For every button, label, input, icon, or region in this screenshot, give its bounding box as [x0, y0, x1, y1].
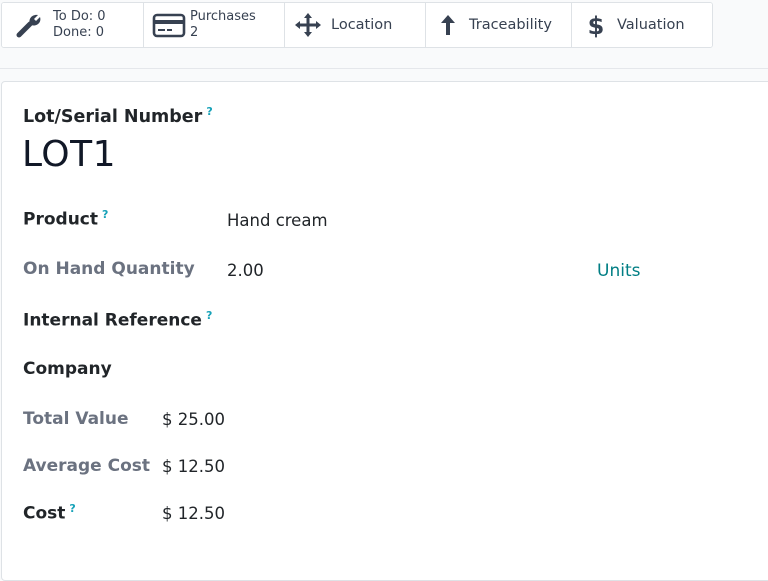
on-hand-quantity-label: On Hand Quantity	[23, 259, 195, 279]
help-tooltip-icon[interactable]: ?	[69, 502, 75, 515]
arrows-move-icon	[293, 11, 323, 39]
help-tooltip-icon[interactable]: ?	[102, 208, 108, 221]
arrow-up-icon	[439, 13, 457, 37]
average-cost-value: $ 12.50	[162, 457, 225, 476]
uom-link[interactable]: Units	[597, 261, 640, 281]
traceability-smart-button[interactable]: Traceability	[426, 3, 572, 47]
total-value-label: Total Value	[23, 409, 129, 429]
company-label: Company	[23, 359, 112, 379]
product-field[interactable]: Hand cream	[227, 211, 328, 230]
done-count-label: Done: 0	[53, 25, 104, 40]
traceability-label: Traceability	[469, 17, 552, 33]
company-field[interactable]	[227, 361, 527, 383]
on-hand-quantity-value: 2.00	[227, 261, 264, 280]
purchases-count: 2	[190, 25, 199, 40]
purchases-smart-button[interactable]: Purchases 2	[144, 3, 285, 47]
location-smart-button[interactable]: Location	[285, 3, 426, 47]
internal-reference-field[interactable]	[227, 311, 527, 333]
cost-label: Cost?	[23, 502, 76, 524]
help-tooltip-icon[interactable]: ?	[206, 105, 212, 118]
lot-serial-label: Lot/Serial Number?	[23, 105, 213, 127]
valuation-smart-button[interactable]: $ Valuation	[572, 3, 712, 47]
lot-name-field[interactable]: LOT1	[22, 134, 116, 175]
cost-value: $ 12.50	[162, 504, 225, 523]
credit-card-icon	[152, 12, 186, 38]
help-tooltip-icon[interactable]: ?	[206, 309, 212, 322]
product-label: Product?	[23, 208, 109, 230]
dollar-icon: $	[587, 11, 605, 39]
smart-button-bar: To Do: 0 Done: 0 Purchases 2 Location Tr…	[1, 2, 713, 48]
wrench-icon	[16, 11, 46, 39]
location-label: Location	[331, 17, 393, 33]
average-cost-label: Average Cost	[23, 456, 151, 476]
valuation-label: Valuation	[617, 17, 685, 33]
svg-text:$: $	[588, 12, 605, 39]
todo-count-label: To Do: 0	[53, 9, 106, 24]
header-divider	[0, 68, 768, 69]
total-value-value: $ 25.00	[162, 410, 225, 429]
todo-smart-button[interactable]: To Do: 0 Done: 0	[2, 3, 144, 47]
control-panel: To Do: 0 Done: 0 Purchases 2 Location Tr…	[0, 0, 768, 68]
internal-reference-label: Internal Reference?	[23, 309, 213, 331]
purchases-label: Purchases	[190, 9, 256, 24]
